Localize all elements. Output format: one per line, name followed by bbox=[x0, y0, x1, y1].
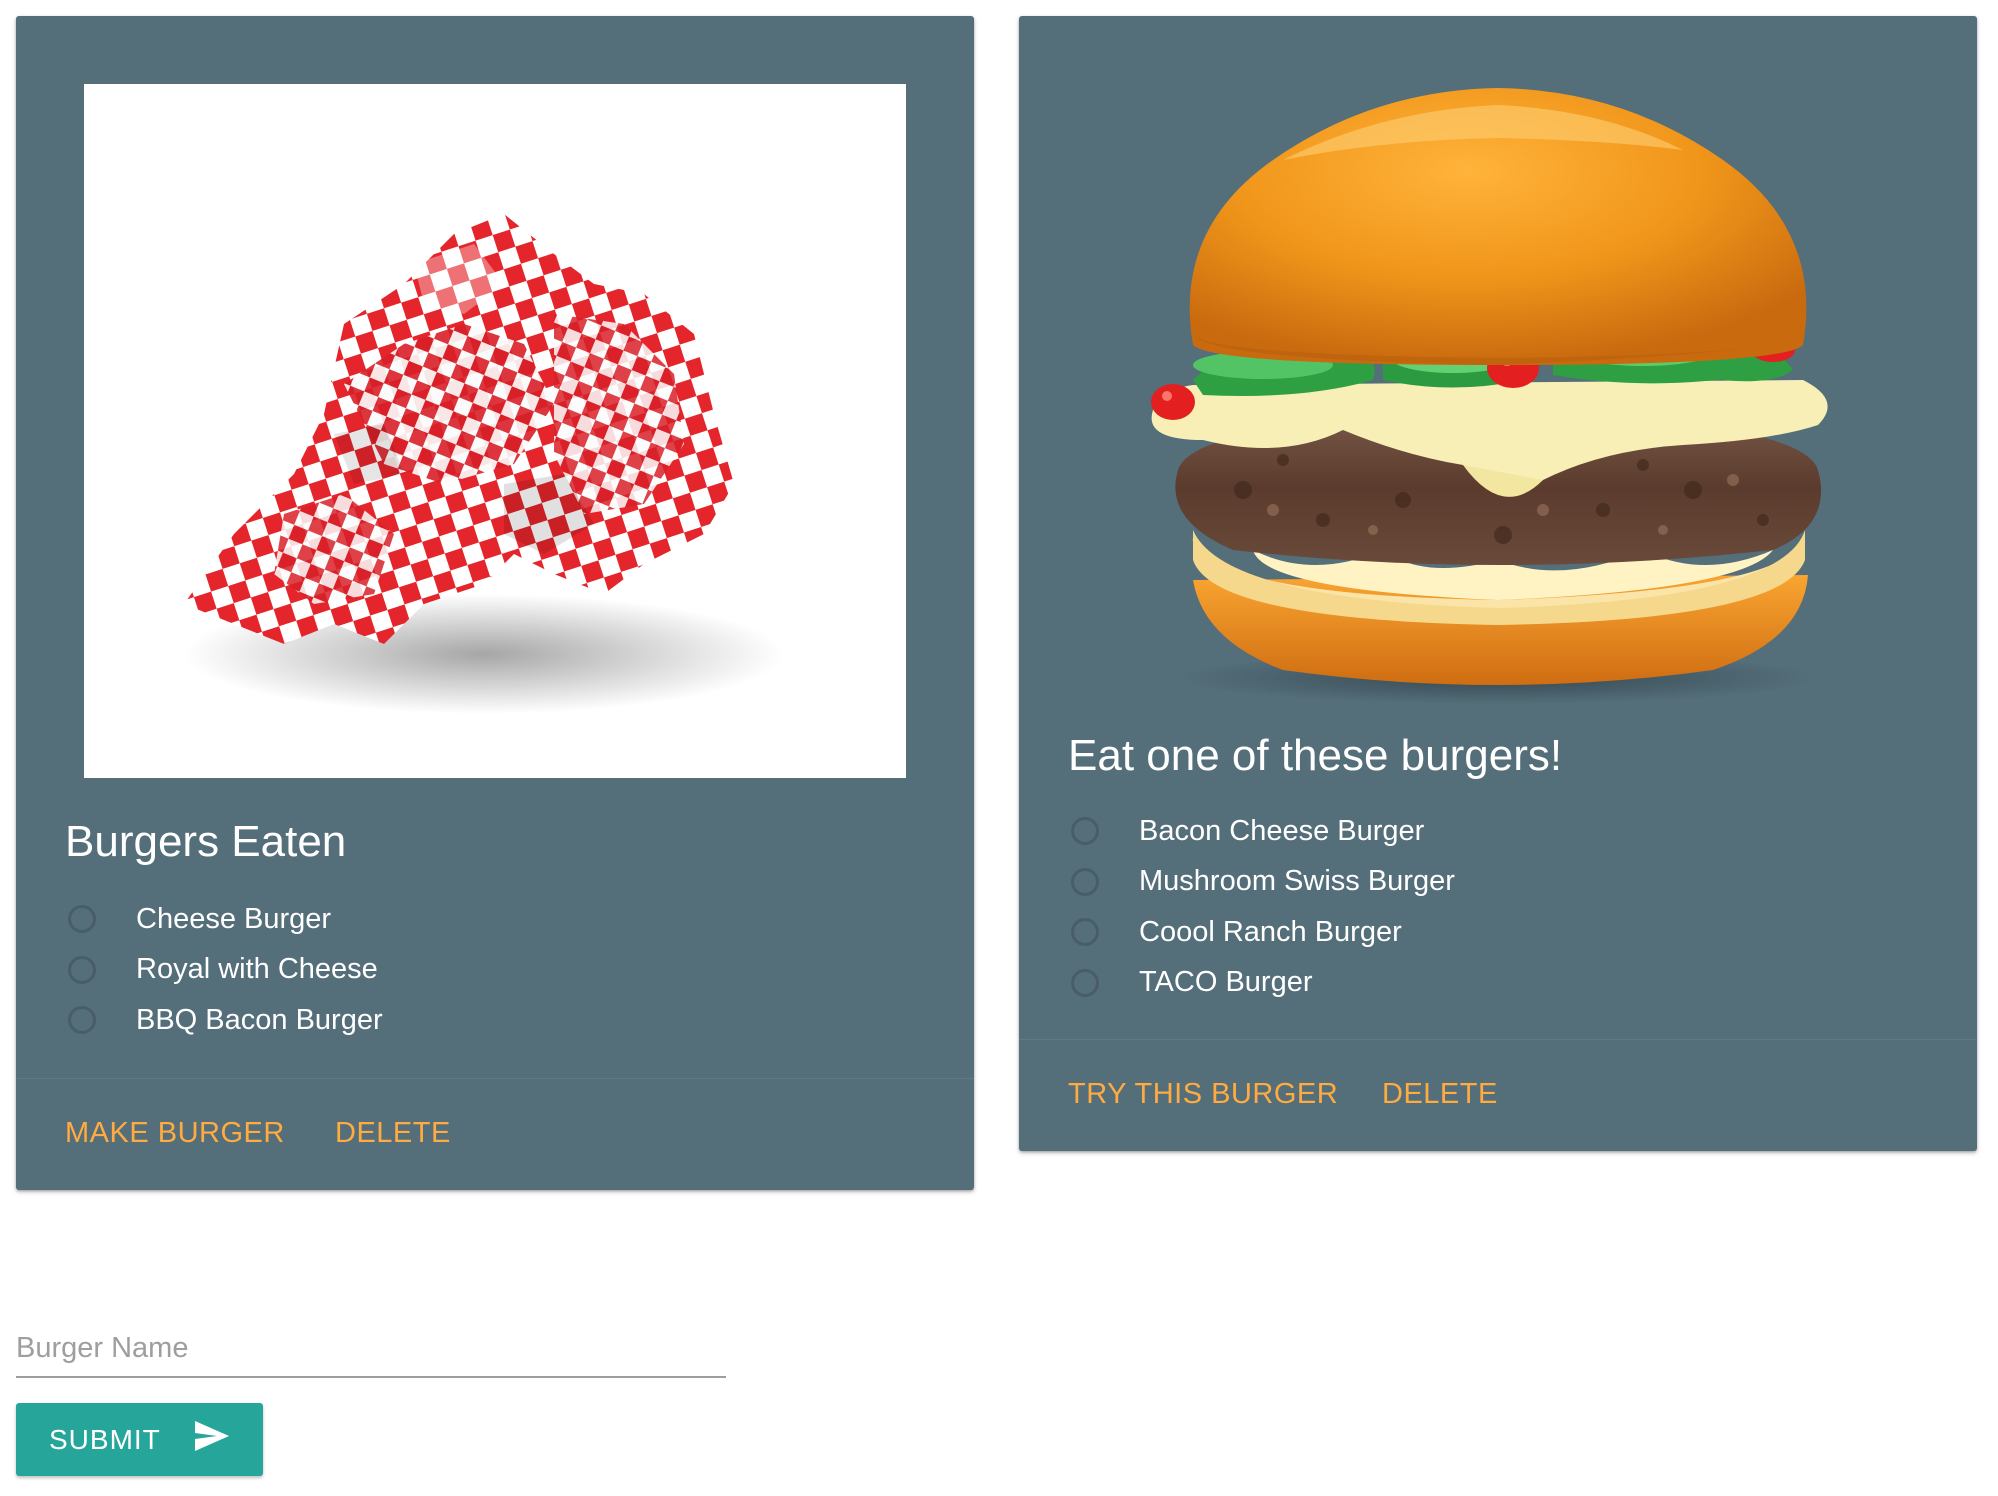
delete-button[interactable]: DELETE bbox=[1382, 1078, 1498, 1111]
card-title: Eat one of these burgers! bbox=[1068, 731, 1563, 780]
radio-button[interactable] bbox=[1071, 867, 1099, 896]
make-burger-button[interactable]: MAKE BURGER bbox=[65, 1117, 285, 1150]
card-actions: MAKE BURGER DELETE bbox=[16, 1078, 974, 1190]
burger-name: TACO Burger bbox=[1139, 966, 1313, 999]
radio-button[interactable] bbox=[68, 1006, 96, 1035]
burger-name: Cheese Burger bbox=[136, 902, 332, 935]
burger-name: Coool Ranch Burger bbox=[1139, 915, 1402, 948]
burger-name: Bacon Cheese Burger bbox=[1139, 814, 1425, 847]
burgers-eaten-card: Burgers Eaten Cheese Burger Royal with C… bbox=[16, 16, 974, 1190]
eaten-burger-list: Cheese Burger Royal with Cheese BBQ Baco… bbox=[68, 894, 383, 1046]
burger-name: Royal with Cheese bbox=[136, 953, 378, 986]
list-item[interactable]: Cheese Burger bbox=[68, 894, 383, 945]
radio-button[interactable] bbox=[68, 955, 96, 984]
submit-button[interactable]: SUBMIT bbox=[16, 1403, 263, 1476]
send-icon bbox=[194, 1421, 229, 1458]
burger-name: BBQ Bacon Burger bbox=[136, 1003, 383, 1036]
list-item[interactable]: BBQ Bacon Burger bbox=[68, 995, 383, 1046]
burger-menu-card: Eat one of these burgers! Bacon Cheese B… bbox=[1019, 16, 1977, 1151]
list-item[interactable]: Royal with Cheese bbox=[68, 945, 383, 996]
list-item[interactable]: Bacon Cheese Burger bbox=[1071, 806, 1455, 857]
try-this-burger-button[interactable]: TRY THIS BURGER bbox=[1068, 1078, 1338, 1111]
list-item[interactable]: Mushroom Swiss Burger bbox=[1071, 857, 1455, 908]
menu-burger-list: Bacon Cheese Burger Mushroom Swiss Burge… bbox=[1071, 806, 1455, 1008]
list-item[interactable]: TACO Burger bbox=[1071, 958, 1455, 1009]
submit-label: SUBMIT bbox=[49, 1423, 161, 1455]
card-actions: TRY THIS BURGER DELETE bbox=[1019, 1039, 1977, 1151]
radio-button[interactable] bbox=[1071, 817, 1099, 846]
radio-button[interactable] bbox=[1071, 918, 1099, 947]
radio-button[interactable] bbox=[68, 905, 96, 934]
burger-name: Mushroom Swiss Burger bbox=[1139, 865, 1455, 898]
radio-button[interactable] bbox=[1071, 968, 1099, 997]
delete-button[interactable]: DELETE bbox=[335, 1117, 451, 1150]
list-item[interactable]: Coool Ranch Burger bbox=[1071, 907, 1455, 958]
burger-image bbox=[1083, 80, 1913, 716]
crumpled-paper-image bbox=[84, 84, 906, 778]
card-title: Burgers Eaten bbox=[65, 817, 347, 866]
burger-name-input[interactable] bbox=[16, 1320, 726, 1378]
